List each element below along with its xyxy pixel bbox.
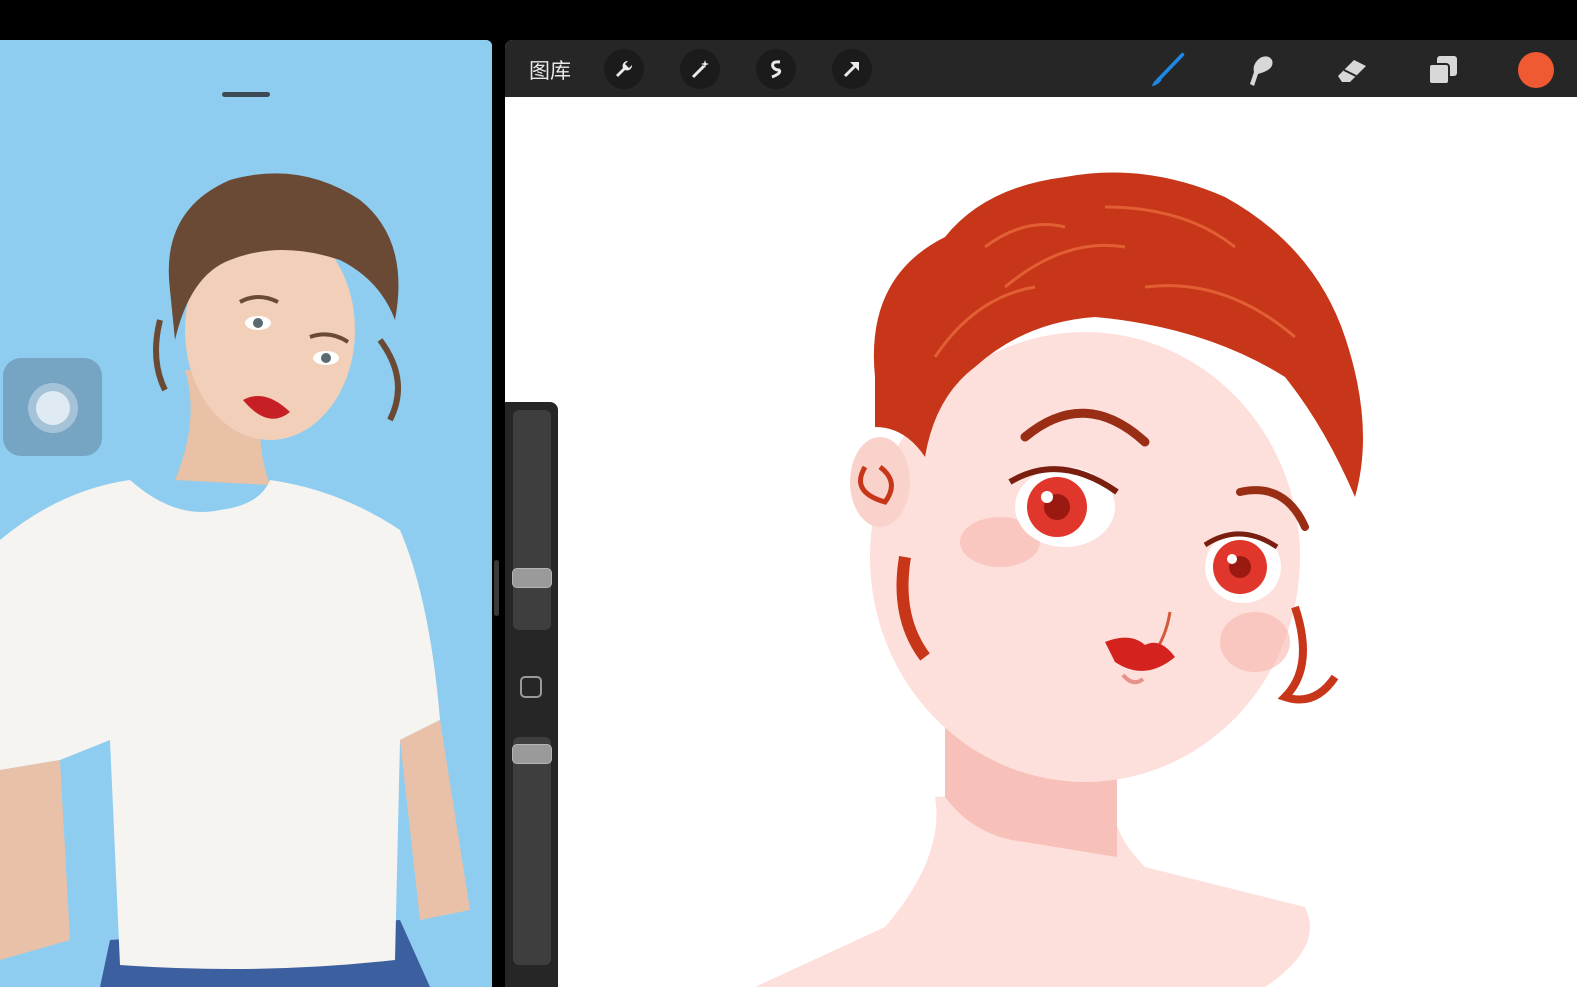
- side-slider-bar: [505, 402, 558, 987]
- brush-size-slider-thumb[interactable]: [512, 568, 552, 588]
- selection-icon: [771, 60, 782, 79]
- drawing-canvas[interactable]: [505, 97, 1577, 987]
- gallery-button[interactable]: 图库: [529, 55, 571, 85]
- layers-button[interactable]: [1425, 52, 1461, 88]
- reference-photo: [0, 40, 492, 987]
- pane-drag-handle[interactable]: [222, 92, 270, 97]
- brush-icon: [1151, 52, 1185, 87]
- modify-button[interactable]: [520, 676, 542, 698]
- smudge-icon: [1250, 56, 1273, 86]
- split-view-divider[interactable]: [494, 560, 499, 616]
- smudge-button[interactable]: [1242, 52, 1278, 88]
- illustration: [755, 172, 1363, 987]
- transform-arrow-icon: [843, 62, 859, 78]
- brush-size-slider[interactable]: [513, 410, 551, 630]
- wrench-icon: [616, 60, 633, 77]
- eraser-icon: [1338, 60, 1366, 82]
- opacity-slider[interactable]: [513, 737, 551, 965]
- layers-icon: [1428, 56, 1457, 85]
- procreate-app: 图库: [505, 40, 1577, 987]
- magic-wand-icon: [691, 60, 709, 79]
- adjustments-button[interactable]: [680, 49, 720, 89]
- brush-button[interactable]: [1150, 52, 1186, 88]
- transform-button[interactable]: [832, 49, 872, 89]
- assistive-touch-button[interactable]: [3, 358, 102, 456]
- selection-button[interactable]: [756, 49, 796, 89]
- opacity-slider-thumb[interactable]: [512, 744, 552, 764]
- color-picker-button[interactable]: [1518, 52, 1554, 88]
- top-toolbar: 图库: [505, 40, 1577, 97]
- actions-button[interactable]: [604, 49, 644, 89]
- eraser-button[interactable]: [1334, 52, 1370, 88]
- assistive-touch-dot: [36, 391, 70, 425]
- reference-photo-pane: [0, 40, 492, 987]
